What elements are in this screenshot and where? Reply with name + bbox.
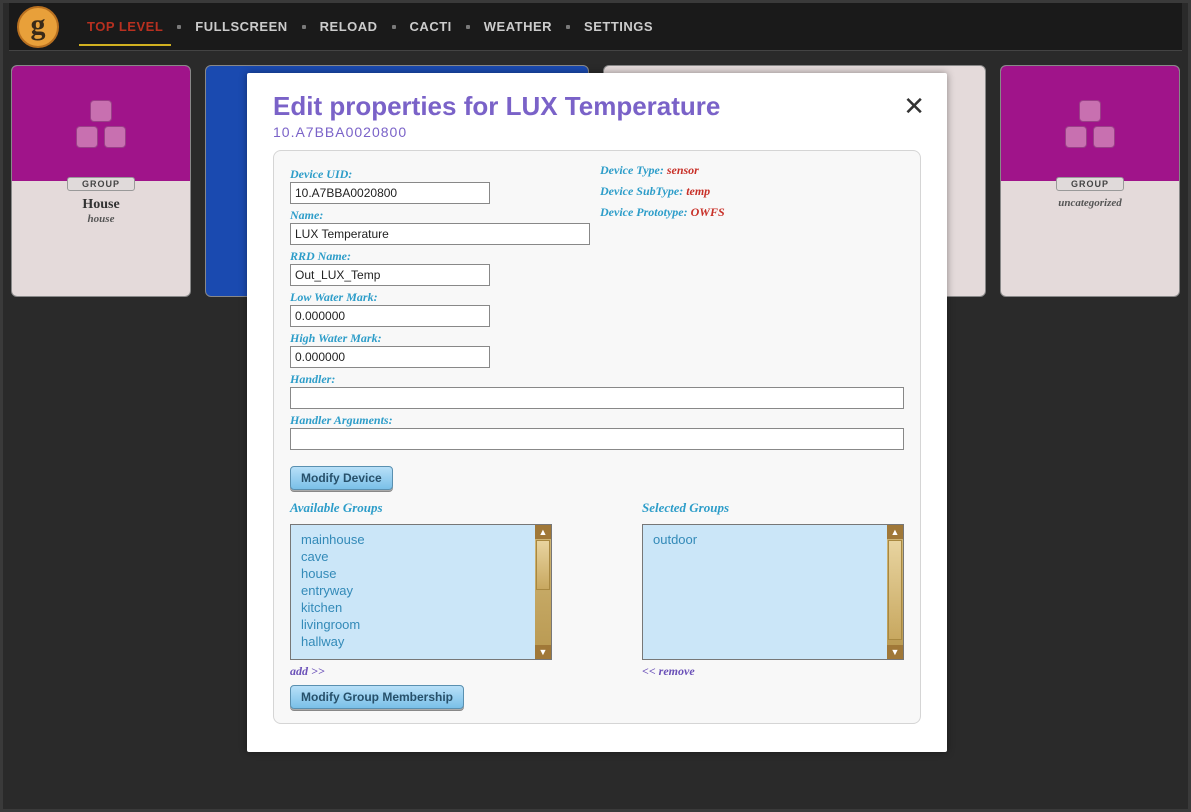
scroll-down-icon[interactable]: ▼ [535, 645, 551, 659]
scroll-thumb[interactable] [888, 540, 902, 640]
label-low-water: Low Water Mark: [290, 290, 600, 305]
label-handler-args: Handler Arguments: [290, 413, 904, 428]
scrollbar[interactable]: ▲ ▼ [887, 525, 903, 659]
selected-groups-heading: Selected Groups [642, 500, 904, 516]
device-subtype-line: Device SubType: temp [600, 184, 904, 199]
list-item[interactable]: mainhouse [295, 531, 531, 548]
label-handler: Handler: [290, 372, 904, 387]
rrd-name-field[interactable] [290, 264, 490, 286]
label-device-uid: Device UID: [290, 167, 600, 182]
high-water-field[interactable] [290, 346, 490, 368]
modify-device-button[interactable]: Modify Device [290, 466, 393, 490]
scroll-up-icon[interactable]: ▲ [535, 525, 551, 539]
low-water-field[interactable] [290, 305, 490, 327]
label-high-water: High Water Mark: [290, 331, 600, 346]
label-rrd-name: RRD Name: [290, 249, 600, 264]
selected-groups-list[interactable]: outdoor ▲ ▼ [642, 524, 904, 660]
dialog-title: Edit properties for LUX Temperature [273, 91, 921, 122]
available-groups-list[interactable]: mainhousecavehouseentrywaykitchenlivingr… [290, 524, 552, 660]
dialog-subtitle: 10.A7BBA0020800 [273, 124, 921, 140]
list-item[interactable]: hallway [295, 633, 531, 650]
name-field[interactable] [290, 223, 590, 245]
list-item[interactable]: entryway [295, 582, 531, 599]
scroll-thumb[interactable] [536, 540, 550, 590]
modal-backdrop: ✕ Edit properties for LUX Temperature 10… [3, 3, 1188, 809]
edit-properties-dialog: ✕ Edit properties for LUX Temperature 10… [247, 73, 947, 752]
device-type-line: Device Type: sensor [600, 163, 904, 178]
available-groups-heading: Available Groups [290, 500, 552, 516]
device-proto-line: Device Prototype: OWFS [600, 205, 904, 220]
remove-link[interactable]: << remove [642, 664, 904, 679]
device-uid-field[interactable] [290, 182, 490, 204]
scrollbar[interactable]: ▲ ▼ [535, 525, 551, 659]
modify-group-button[interactable]: Modify Group Membership [290, 685, 464, 709]
handler-args-field[interactable] [290, 428, 904, 450]
label-name: Name: [290, 208, 600, 223]
handler-field[interactable] [290, 387, 904, 409]
list-item[interactable]: outdoor [647, 531, 883, 548]
list-item[interactable]: livingroom [295, 616, 531, 633]
add-link[interactable]: add >> [290, 664, 552, 679]
list-item[interactable]: house [295, 565, 531, 582]
scroll-down-icon[interactable]: ▼ [887, 645, 903, 659]
list-item[interactable]: kitchen [295, 599, 531, 616]
scroll-up-icon[interactable]: ▲ [887, 525, 903, 539]
close-icon[interactable]: ✕ [903, 91, 925, 122]
list-item[interactable]: cave [295, 548, 531, 565]
form-panel: Device UID: Name: RRD Name: Low Water Ma… [273, 150, 921, 724]
